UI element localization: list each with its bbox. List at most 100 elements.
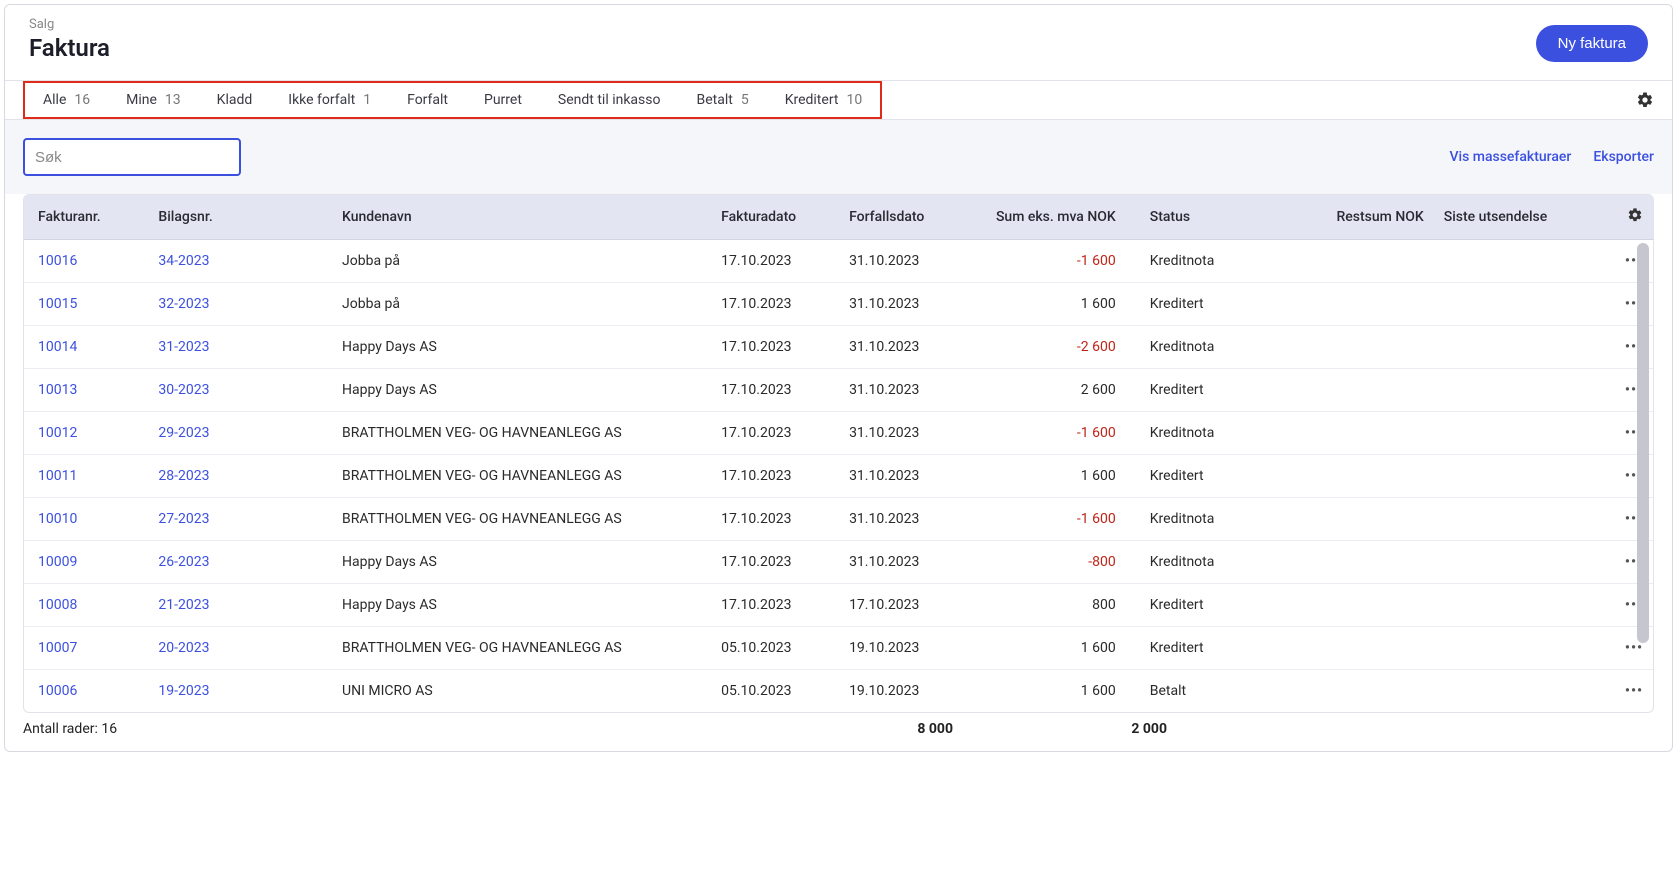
sum-value: 1 600 [981,627,1126,670]
tab-kreditert[interactable]: Kreditert 10 [767,83,881,117]
voucher-no-link[interactable]: 30-2023 [148,369,332,412]
tab-label: Mine [126,92,157,108]
tab-purret[interactable]: Purret [466,83,540,117]
customer-name: BRATTHOLMEN VEG- OG HAVNEANLEGG AS [332,498,711,541]
tab-mine[interactable]: Mine13 [108,83,199,117]
table-row: 1000619-2023UNI MICRO AS05.10.202319.10.… [24,670,1653,713]
row-count-label: Antall rader: 16 [23,721,283,737]
last-sent-value [1434,412,1606,455]
tab-count: 1 [363,92,371,108]
tab-ikke-forfalt[interactable]: Ikke forfalt1 [270,83,389,117]
col-customer-name[interactable]: Kundenavn [332,195,711,240]
voucher-no-link[interactable]: 20-2023 [148,627,332,670]
col-due-date[interactable]: Forfallsdato [839,195,981,240]
due-date: 17.10.2023 [839,584,981,627]
tabs-settings-button[interactable] [1636,91,1654,109]
tab-label: Betalt [696,92,732,108]
invoice-date: 17.10.2023 [711,455,839,498]
invoice-no-link[interactable]: 10011 [24,455,148,498]
status-value: Kreditert [1126,627,1268,670]
customer-name: Jobba på [332,240,711,283]
scrollbar[interactable] [1637,243,1651,708]
invoice-no-link[interactable]: 10010 [24,498,148,541]
export-link[interactable]: Eksporter [1593,149,1654,165]
invoice-no-link[interactable]: 10007 [24,627,148,670]
sum-value: -1 600 [981,498,1126,541]
new-invoice-button[interactable]: Ny faktura [1536,25,1648,62]
rest-total: 2 000 [1073,721,1173,737]
voucher-no-link[interactable]: 19-2023 [148,670,332,713]
rest-value [1268,627,1434,670]
table-row: 1001330-2023Happy Days AS17.10.202331.10… [24,369,1653,412]
tab-label: Kreditert [785,92,839,108]
status-value: Kreditert [1126,455,1268,498]
sum-value: 1 600 [981,283,1126,326]
mass-invoices-link[interactable]: Vis massefakturaer [1449,149,1571,165]
col-rest-sum[interactable]: Restsum NOK [1268,195,1434,240]
tab-label: Purret [484,92,522,108]
voucher-no-link[interactable]: 34-2023 [148,240,332,283]
table-settings-button[interactable] [1606,195,1653,240]
rest-value [1268,240,1434,283]
table-row: 1000821-2023Happy Days AS17.10.202317.10… [24,584,1653,627]
status-value: Kreditert [1126,283,1268,326]
customer-name: BRATTHOLMEN VEG- OG HAVNEANLEGG AS [332,455,711,498]
voucher-no-link[interactable]: 32-2023 [148,283,332,326]
invoice-date: 17.10.2023 [711,240,839,283]
voucher-no-link[interactable]: 27-2023 [148,498,332,541]
last-sent-value [1434,369,1606,412]
voucher-no-link[interactable]: 26-2023 [148,541,332,584]
voucher-no-link[interactable]: 21-2023 [148,584,332,627]
last-sent-value [1434,240,1606,283]
rest-value [1268,584,1434,627]
due-date: 31.10.2023 [839,369,981,412]
last-sent-value [1434,584,1606,627]
table-row: 1001431-2023Happy Days AS17.10.202331.10… [24,326,1653,369]
due-date: 31.10.2023 [839,498,981,541]
voucher-no-link[interactable]: 29-2023 [148,412,332,455]
rest-value [1268,283,1434,326]
table-row: 1001634-2023Jobba på17.10.202331.10.2023… [24,240,1653,283]
invoice-no-link[interactable]: 10008 [24,584,148,627]
customer-name: Happy Days AS [332,584,711,627]
due-date: 31.10.2023 [839,326,981,369]
col-sum[interactable]: Sum eks. mva NOK [981,195,1126,240]
status-value: Kreditnota [1126,326,1268,369]
invoice-no-link[interactable]: 10012 [24,412,148,455]
sum-value: -800 [981,541,1126,584]
customer-name: Jobba på [332,283,711,326]
invoice-no-link[interactable]: 10006 [24,670,148,713]
rest-value [1268,326,1434,369]
last-sent-value [1434,670,1606,713]
last-sent-value [1434,455,1606,498]
col-voucher-no[interactable]: Bilagsnr. [148,195,332,240]
due-date: 31.10.2023 [839,541,981,584]
invoice-no-link[interactable]: 10009 [24,541,148,584]
sum-value: -1 600 [981,240,1126,283]
col-invoice-no[interactable]: Fakturanr. [24,195,148,240]
col-invoice-date[interactable]: Fakturadato [711,195,839,240]
rest-value [1268,412,1434,455]
invoice-no-link[interactable]: 10016 [24,240,148,283]
col-status[interactable]: Status [1126,195,1268,240]
gear-icon [1627,207,1643,223]
tab-alle[interactable]: Alle16 [25,83,108,117]
invoice-no-link[interactable]: 10013 [24,369,148,412]
page-title: Faktura [29,34,110,62]
invoice-no-link[interactable]: 10014 [24,326,148,369]
rest-value [1268,498,1434,541]
due-date: 31.10.2023 [839,240,981,283]
tab-count: 10 [846,92,862,108]
tab-kladd[interactable]: Kladd [199,83,271,117]
invoice-date: 05.10.2023 [711,627,839,670]
sum-value: 800 [981,584,1126,627]
col-last-sent[interactable]: Siste utsendelse [1434,195,1606,240]
tab-sendt-til-inkasso[interactable]: Sendt til inkasso [540,83,679,117]
tab-betalt[interactable]: Betalt5 [678,83,766,117]
search-input[interactable] [25,140,241,174]
voucher-no-link[interactable]: 28-2023 [148,455,332,498]
invoice-no-link[interactable]: 10015 [24,283,148,326]
voucher-no-link[interactable]: 31-2023 [148,326,332,369]
invoice-date: 17.10.2023 [711,326,839,369]
tab-forfalt[interactable]: Forfalt [389,83,466,117]
